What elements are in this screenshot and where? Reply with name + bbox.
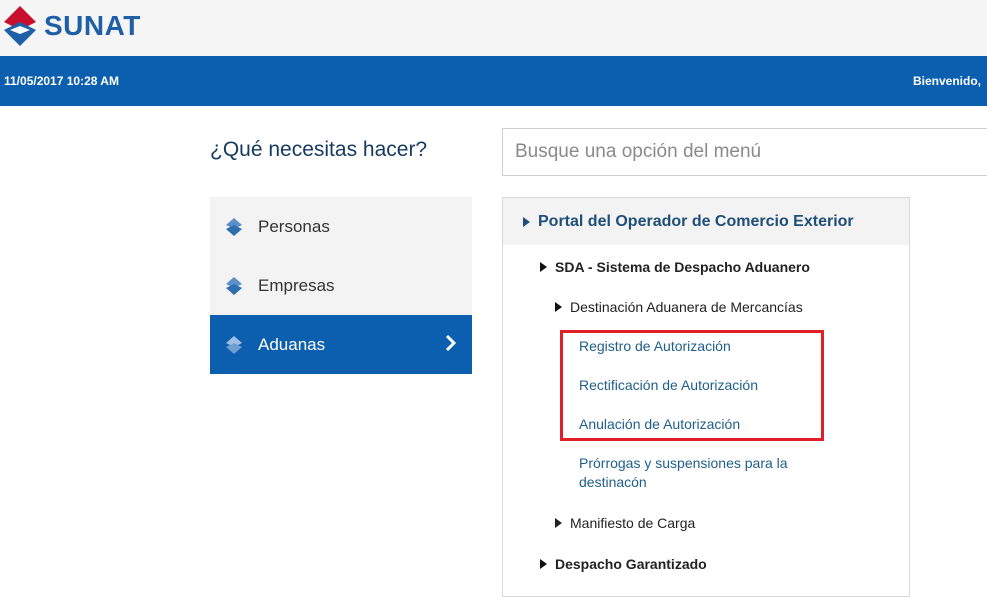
menu-section-label: Despacho Garantizado (555, 556, 707, 572)
chevron-right-icon (445, 334, 457, 352)
menu-section-despacho-garantizado[interactable]: Despacho Garantizado (540, 556, 707, 572)
page-question: ¿Qué necesitas hacer? (210, 138, 428, 161)
sunat-diamond-icon (224, 335, 244, 355)
expand-triangle-icon (523, 216, 530, 227)
expand-triangle-icon (555, 518, 562, 528)
link-prorrogas[interactable]: Prórrogas y suspensiones para la destina… (579, 454, 809, 492)
logo-text: SUNAT (44, 10, 141, 41)
datetime-label: 11/05/2017 10:28 AM (4, 74, 119, 88)
category-list: Personas Empresas Aduanas (210, 197, 472, 374)
menu-subsection-manifiesto[interactable]: Manifiesto de Carga (555, 515, 695, 531)
sunat-logo[interactable]: SUNAT (0, 4, 141, 48)
category-label: Empresas (258, 275, 335, 295)
info-bar: 11/05/2017 10:28 AM Bienvenido, (0, 56, 987, 106)
menu-title-label: Portal del Operador de Comercio Exterior (538, 212, 854, 230)
menu-subsection-label: Manifiesto de Carga (570, 515, 696, 531)
category-aduanas[interactable]: Aduanas (210, 315, 472, 374)
welcome-label: Bienvenido, (912, 74, 981, 88)
menu-section-label: SDA - Sistema de Despacho Aduanero (555, 259, 810, 275)
category-label: Personas (258, 216, 330, 236)
category-personas[interactable]: Personas (210, 197, 472, 256)
menu-subsection-label: Destinación Aduanera de Mercancías (570, 299, 803, 315)
sunat-diamond-icon (224, 276, 244, 296)
category-empresas[interactable]: Empresas (210, 256, 472, 315)
menu-subsection-destinacion[interactable]: Destinación Aduanera de Mercancías (555, 299, 803, 315)
expand-triangle-icon (540, 559, 547, 569)
sunat-diamond-icon (224, 217, 244, 237)
expand-triangle-icon (540, 262, 547, 272)
top-header: SUNAT (0, 0, 987, 56)
menu-section-sda[interactable]: SDA - Sistema de Despacho Aduanero (540, 259, 810, 275)
menu-search-input[interactable] (502, 128, 987, 176)
highlight-box (560, 330, 824, 441)
category-label: Aduanas (258, 334, 326, 354)
expand-triangle-icon (555, 302, 562, 312)
sunat-logo-icon (4, 6, 36, 46)
menu-title[interactable]: Portal del Operador de Comercio Exterior (503, 198, 909, 245)
